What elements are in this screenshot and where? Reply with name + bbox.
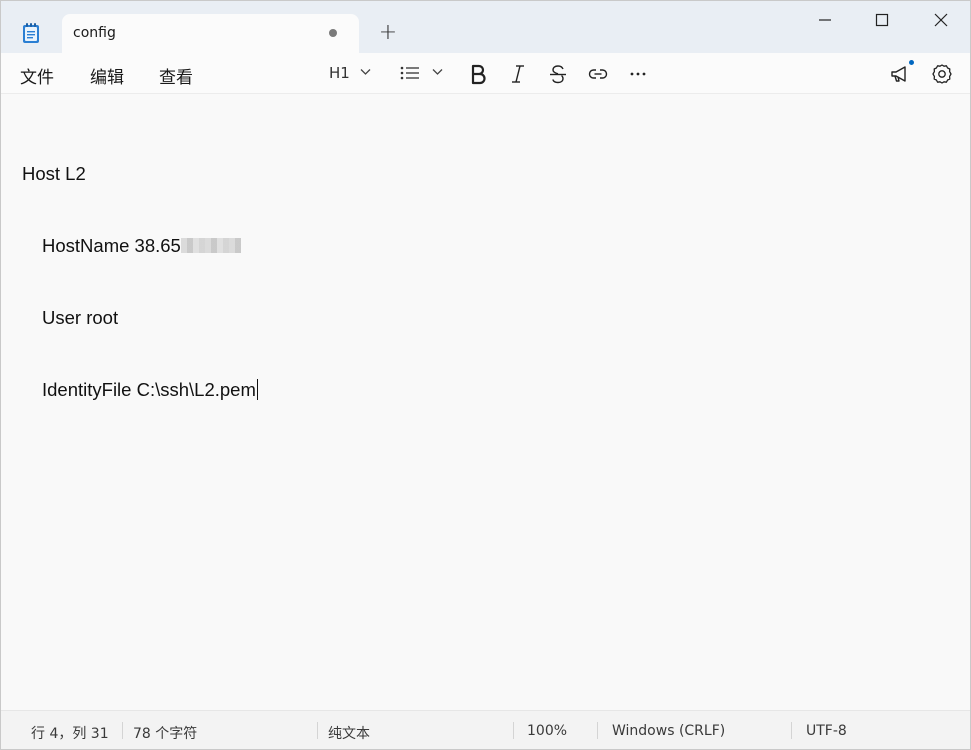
notification-dot-icon <box>909 60 914 65</box>
link-icon <box>588 69 608 79</box>
editor-line: Host L2 <box>22 163 86 184</box>
new-tab-button[interactable]: + <box>377 22 399 45</box>
text-editor[interactable]: Host L2 HostName 38.65 User root Identit… <box>1 94 970 709</box>
strikethrough-button[interactable] <box>547 63 569 85</box>
minimize-button[interactable] <box>796 1 854 41</box>
tab-title: config <box>73 25 116 41</box>
more-button[interactable] <box>627 63 649 85</box>
editor-line-text: IdentityFile C:\ssh\L2.pem <box>42 379 256 400</box>
italic-button[interactable] <box>507 63 529 85</box>
unsaved-dot-icon[interactable] <box>329 29 337 37</box>
settings-button[interactable] <box>931 63 953 85</box>
announcements-button[interactable] <box>889 60 914 85</box>
tab-config[interactable]: config <box>62 14 359 53</box>
status-cursor-position: 行 4，列 31 <box>31 726 109 742</box>
text-caret <box>256 379 258 400</box>
menu-file[interactable]: 文件 <box>20 63 54 88</box>
editor-line: HostName 38.65 <box>22 234 258 258</box>
status-divider <box>791 722 792 739</box>
heading-label: H1 <box>329 64 350 82</box>
chevron-down-icon <box>432 69 443 75</box>
bold-icon <box>471 64 486 85</box>
chevron-down-icon <box>360 69 371 75</box>
megaphone-icon <box>891 66 906 82</box>
status-divider <box>513 722 514 739</box>
notepad-app-icon <box>21 22 41 44</box>
title-bar: config + <box>1 1 970 53</box>
gear-icon <box>932 64 952 84</box>
status-line-ending[interactable]: Windows (CRLF) <box>612 723 725 739</box>
heading-dropdown[interactable]: H1 <box>327 62 373 84</box>
status-char-count: 78 个字符 <box>133 726 198 742</box>
list-dropdown[interactable] <box>399 62 445 84</box>
list-icon <box>400 66 419 80</box>
close-button[interactable] <box>912 1 970 41</box>
status-encoding[interactable]: UTF-8 <box>806 723 847 739</box>
status-format[interactable]: 纯文本 <box>328 723 370 743</box>
toolbar: 文件 编辑 查看 H1 <box>1 53 970 94</box>
menu-edit[interactable]: 编辑 <box>90 63 124 88</box>
link-button[interactable] <box>587 63 609 85</box>
maximize-button[interactable] <box>853 1 911 41</box>
maximize-icon <box>875 13 889 27</box>
bold-button[interactable] <box>467 63 489 85</box>
editor-content[interactable]: Host L2 HostName 38.65 User root Identit… <box>22 114 258 450</box>
redacted-text <box>180 237 241 253</box>
status-divider <box>597 722 598 739</box>
more-icon <box>630 72 646 76</box>
editor-line: User root <box>42 307 119 328</box>
notepad-window: config + 文件 编辑 查看 H1 Host L2 HostName 38… <box>0 0 971 750</box>
strikethrough-icon <box>550 65 566 84</box>
status-divider <box>122 722 123 739</box>
close-icon <box>934 13 948 27</box>
minimize-icon <box>819 19 831 21</box>
editor-line-text: HostName 38.65 <box>42 235 181 256</box>
status-bar: 行 4，列 31 78 个字符 纯文本 100% Windows (CRLF) … <box>1 710 970 749</box>
editor-line: IdentityFile C:\ssh\L2.pem <box>22 378 258 402</box>
italic-icon <box>512 65 524 83</box>
status-divider <box>317 722 318 739</box>
menu-view[interactable]: 查看 <box>159 63 193 88</box>
status-zoom[interactable]: 100% <box>527 723 567 739</box>
